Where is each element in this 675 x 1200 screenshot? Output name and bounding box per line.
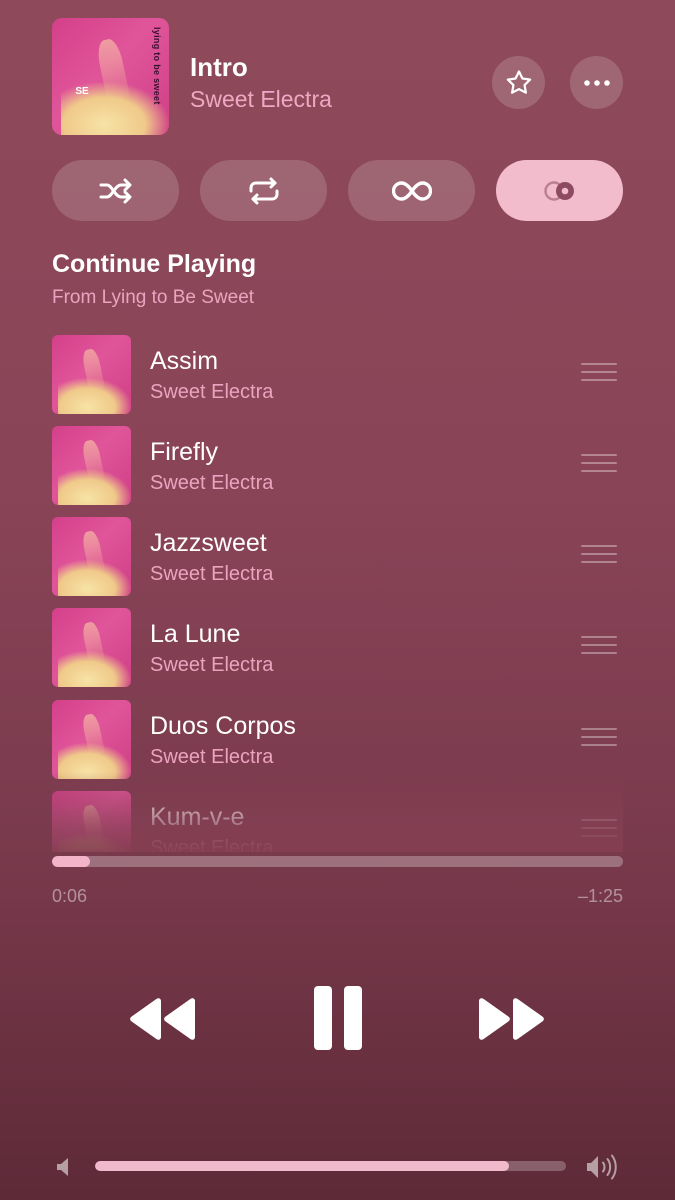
row-artist: Sweet Electra <box>150 472 274 494</box>
autoplay-infinity-button[interactable] <box>348 160 475 221</box>
row-artist: Sweet Electra <box>150 654 274 676</box>
queue-list[interactable]: Assim Sweet Electra Firefly Sweet Electr… <box>52 335 623 852</box>
album-art-body <box>58 743 131 779</box>
queue-header: Continue Playing From Lying to Be Sweet <box>52 250 256 309</box>
album-art[interactable]: lying to be sweet SE <box>52 18 169 135</box>
queue-row[interactable]: Jazzsweet Sweet Electra <box>52 517 623 596</box>
reorder-handle-icon[interactable] <box>581 545 617 567</box>
album-art-body <box>58 560 131 596</box>
playback-modes <box>52 160 623 221</box>
row-title: Jazzsweet <box>150 529 267 557</box>
row-album-art <box>52 517 131 596</box>
now-playing-header: lying to be sweet SE Intro Sweet Electra <box>52 18 623 136</box>
track-artist[interactable]: Sweet Electra <box>190 86 332 113</box>
star-icon <box>506 69 531 94</box>
row-album-art <box>52 700 131 779</box>
crossfade-button[interactable] <box>496 160 623 221</box>
infinity-icon <box>391 180 432 201</box>
queue-row[interactable]: Firefly Sweet Electra <box>52 426 623 505</box>
crossfade-icon <box>543 180 574 201</box>
speaker-low-icon <box>57 1158 68 1176</box>
playback-progress-fill <box>52 856 91 867</box>
shuffle-icon <box>99 178 131 203</box>
reorder-handle-icon[interactable] <box>581 454 617 476</box>
volume-slider[interactable] <box>95 1161 566 1171</box>
queue-row[interactable]: Kum-v-e Sweet Electra <box>52 791 623 852</box>
row-album-art <box>52 335 131 414</box>
track-title: Intro <box>190 52 248 82</box>
row-title: Firefly <box>150 438 219 466</box>
album-art-logo: SE <box>75 85 89 97</box>
next-button[interactable] <box>476 994 546 1044</box>
reorder-handle-icon[interactable] <box>581 363 617 385</box>
row-artist: Sweet Electra <box>150 381 274 403</box>
repeat-button[interactable] <box>200 160 327 221</box>
ellipsis-icon <box>583 79 610 86</box>
pause-button[interactable] <box>310 984 366 1052</box>
album-art-text: lying to be sweet <box>151 27 162 105</box>
reorder-handle-icon[interactable] <box>581 636 617 658</box>
row-title: La Lune <box>150 620 241 648</box>
row-title: Assim <box>150 347 219 375</box>
queue-subtitle[interactable]: From Lying to Be Sweet <box>52 287 256 309</box>
volume-fill <box>95 1161 510 1171</box>
shuffle-button[interactable] <box>52 160 179 221</box>
previous-button[interactable] <box>128 994 198 1044</box>
more-options-button[interactable] <box>570 56 623 109</box>
remaining-time: –1:25 <box>577 886 623 906</box>
row-artist: Sweet Electra <box>150 746 274 768</box>
row-album-art <box>52 608 131 687</box>
queue-row[interactable]: Assim Sweet Electra <box>52 335 623 414</box>
row-artist: Sweet Electra <box>150 563 274 585</box>
fast-forward-icon <box>479 998 544 1040</box>
reorder-handle-icon[interactable] <box>581 728 617 750</box>
album-art-body <box>58 834 131 852</box>
queue-row[interactable]: La Lune Sweet Electra <box>52 608 623 687</box>
repeat-icon <box>249 177 278 204</box>
album-art-body <box>58 651 131 687</box>
elapsed-time: 0:06 <box>52 886 88 906</box>
row-artist: Sweet Electra <box>150 837 274 852</box>
queue-row[interactable]: Duos Corpos Sweet Electra <box>52 700 623 779</box>
speaker-high-icon <box>587 1154 617 1180</box>
rewind-icon <box>130 998 195 1040</box>
row-album-art <box>52 426 131 505</box>
favorite-button[interactable] <box>492 56 545 109</box>
row-album-art <box>52 791 131 852</box>
queue-title: Continue Playing <box>52 250 257 278</box>
album-art-body <box>58 378 131 414</box>
album-art-body <box>58 469 131 505</box>
playback-scrubber[interactable] <box>52 856 623 867</box>
row-title: Kum-v-e <box>150 803 245 831</box>
row-title: Duos Corpos <box>150 712 296 740</box>
reorder-handle-icon[interactable] <box>581 819 617 841</box>
pause-icon <box>314 986 362 1050</box>
